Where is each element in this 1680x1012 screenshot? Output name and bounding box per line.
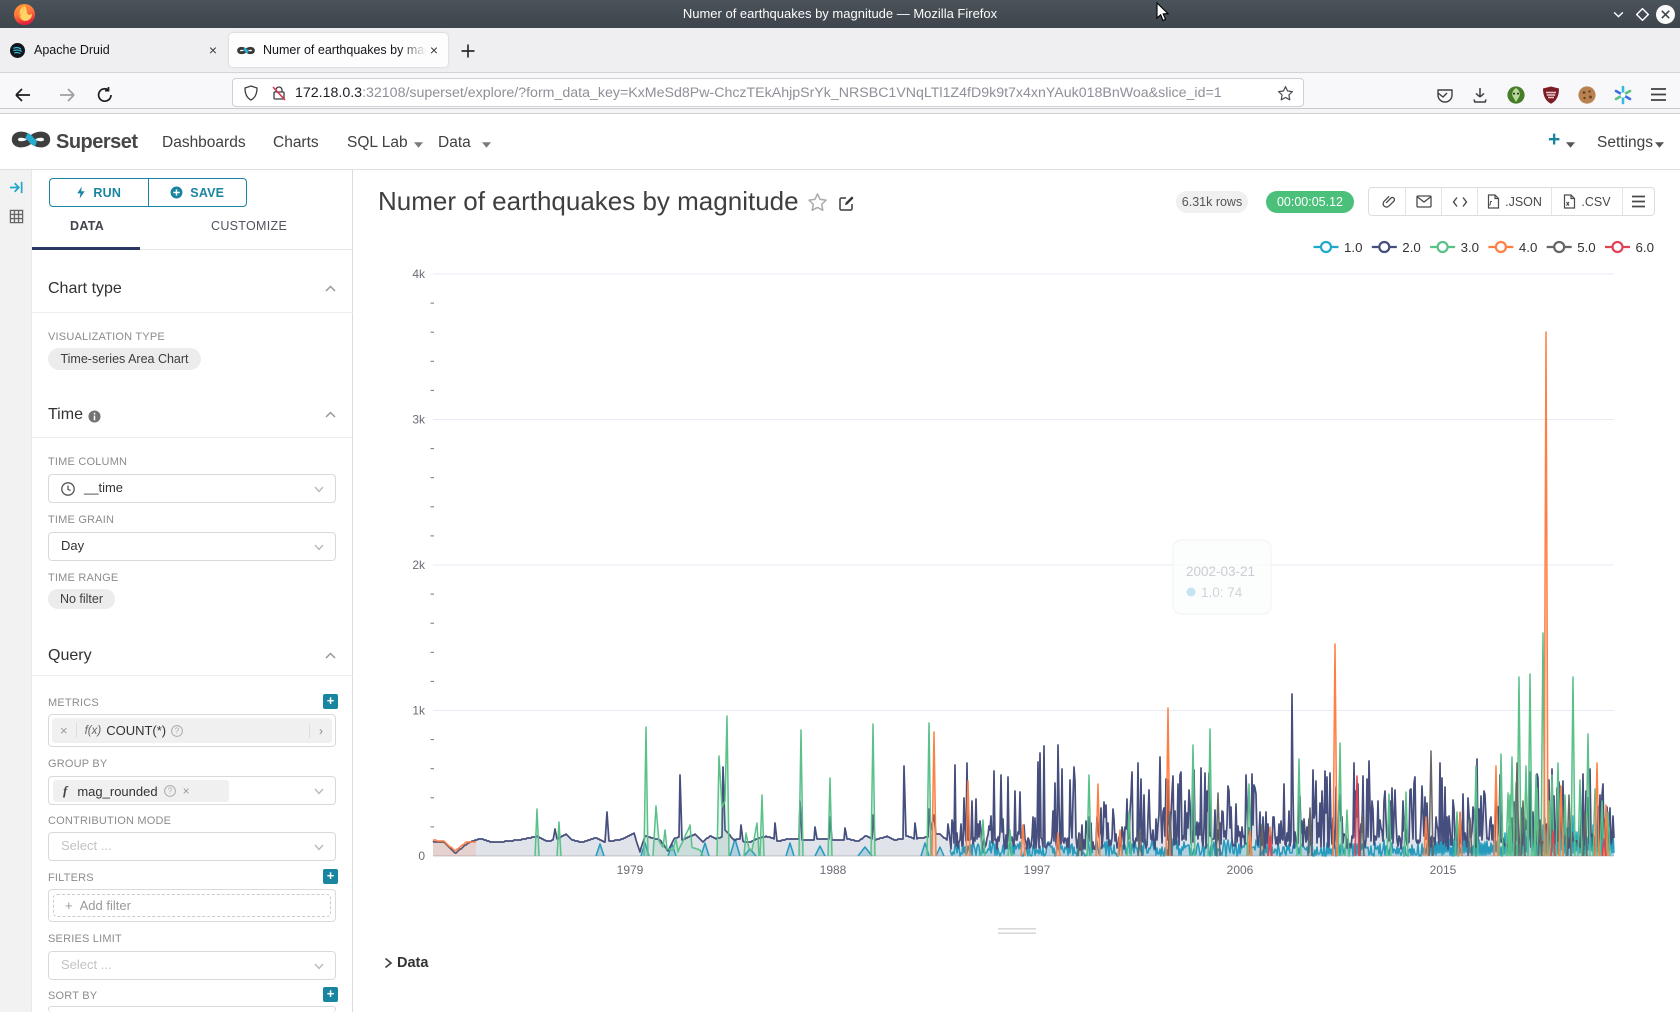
svg-text:1.0: 74: 1.0: 74 — [1201, 585, 1243, 600]
svg-text:2002-03-21: 2002-03-21 — [1186, 564, 1255, 579]
svg-text:1979: 1979 — [617, 863, 644, 877]
svg-text:6.0: 6.0 — [1636, 240, 1655, 255]
svg-text:1988: 1988 — [820, 863, 847, 877]
svg-text:2015: 2015 — [1430, 863, 1457, 877]
svg-text:3.0: 3.0 — [1461, 240, 1480, 255]
svg-text:2006: 2006 — [1227, 863, 1254, 877]
svg-text:?: ? — [175, 726, 180, 735]
svg-text:1.0: 1.0 — [1344, 240, 1363, 255]
svg-text:5.0: 5.0 — [1577, 240, 1596, 255]
svg-text:2.0: 2.0 — [1402, 240, 1421, 255]
svg-text:1997: 1997 — [1024, 863, 1051, 877]
svg-text:0: 0 — [418, 849, 425, 863]
svg-text:4k: 4k — [412, 267, 426, 281]
svg-text:?: ? — [167, 787, 172, 796]
svg-text:2k: 2k — [412, 558, 426, 572]
svg-text:1k: 1k — [412, 704, 426, 718]
svg-text:3k: 3k — [412, 413, 426, 427]
svg-text:4.0: 4.0 — [1519, 240, 1538, 255]
